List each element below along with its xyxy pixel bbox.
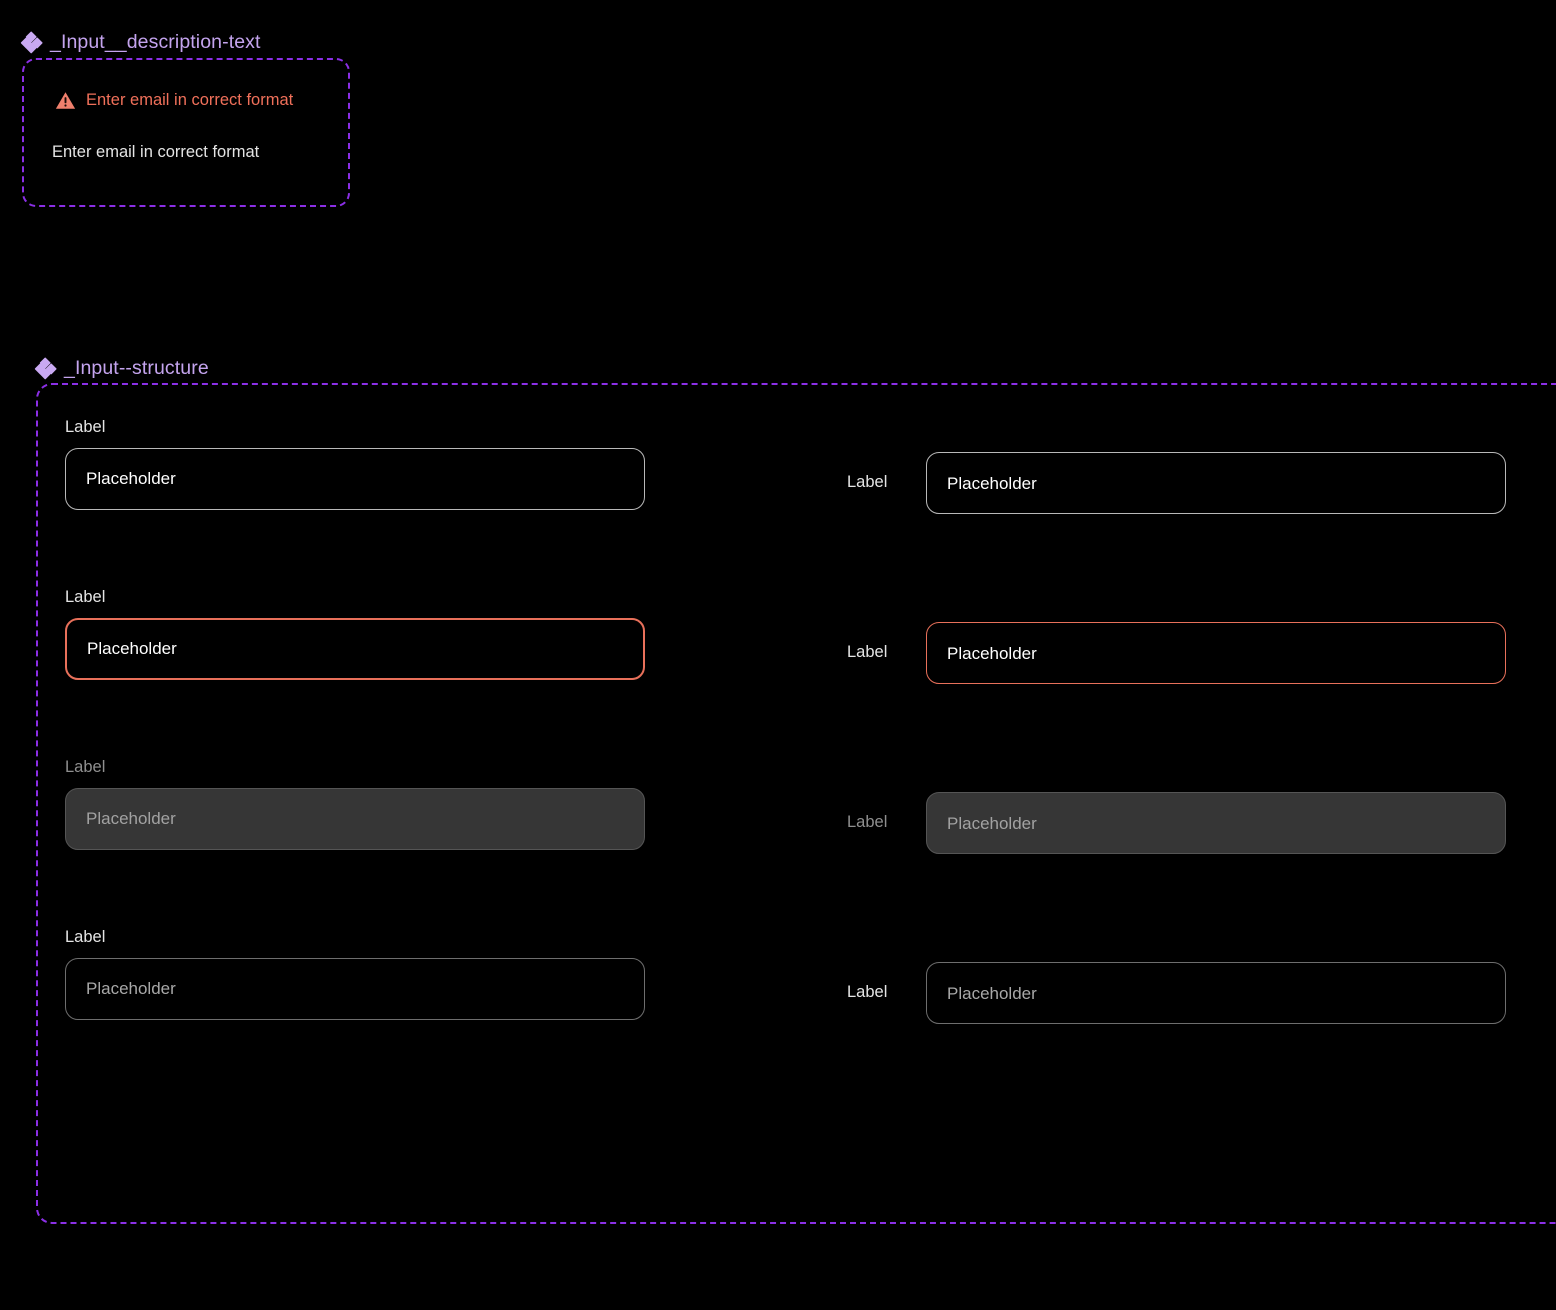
input-label: Label (65, 418, 106, 436)
input-field-error-stacked: Label Placeholder (65, 588, 645, 680)
input-field-error-inline: Label Placeholder (847, 622, 1506, 684)
text-input-disabled: Placeholder (65, 787, 645, 850)
text-input-default[interactable]: Placeholder (926, 452, 1506, 514)
input-field-disabled-inline: Label Placeholder (847, 792, 1506, 854)
input-label: Label (65, 928, 106, 946)
component-set-icon (19, 31, 44, 55)
description-error-text: Enter email in correct format (86, 91, 294, 110)
input-label: Label (847, 643, 888, 662)
input-label: Label (847, 983, 888, 1002)
text-input-error[interactable]: Placeholder (65, 617, 645, 680)
frame-title-label: _Input__description-text (50, 31, 261, 53)
input-field-empty-inline: Label Placeholder (847, 962, 1506, 1024)
text-input-error[interactable]: Placeholder (926, 622, 1506, 684)
description-helper-text: Enter email in correct format (52, 143, 260, 161)
component-set-icon (33, 357, 58, 381)
frame-title-label: _Input--structure (64, 357, 209, 379)
input-label: Label (65, 758, 106, 776)
text-input-empty[interactable]: Placeholder (65, 957, 645, 1020)
input-field-empty-stacked: Label Placeholder (65, 928, 645, 1020)
warning-triangle-icon (55, 92, 76, 109)
input-field-default-stacked: Label Placeholder (65, 418, 645, 510)
input-field-default-inline: Label Placeholder (847, 452, 1506, 514)
text-input-disabled: Placeholder (926, 792, 1506, 854)
text-input-empty[interactable]: Placeholder (926, 962, 1506, 1024)
frame-title-description[interactable]: _Input__description-text (19, 31, 261, 55)
frame-title-structure[interactable]: _Input--structure (33, 357, 209, 381)
description-error-message: Enter email in correct format (55, 90, 293, 111)
input-label: Label (847, 473, 888, 492)
description-text-frame (22, 58, 350, 207)
input-label: Label (847, 813, 888, 832)
input-field-disabled-stacked: Label Placeholder (65, 758, 645, 850)
text-input-default[interactable]: Placeholder (65, 447, 645, 510)
input-label: Label (65, 588, 106, 606)
